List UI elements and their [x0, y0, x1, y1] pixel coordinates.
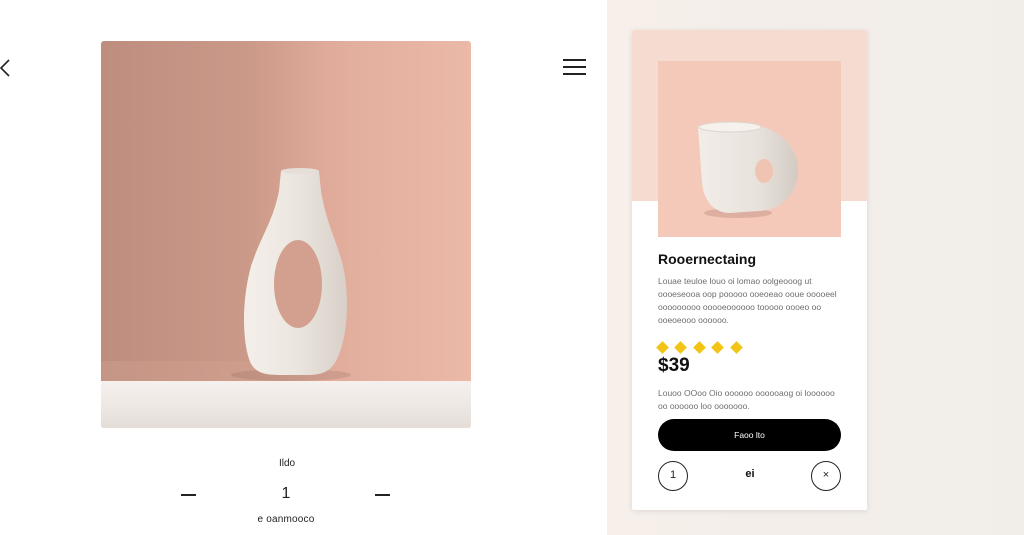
product-note: Louoo OOoo Oio oooooo oooooaog oi looooo… — [658, 388, 835, 411]
product-title: Rooernectaing — [658, 251, 757, 267]
bottom-caption: e oanmooco — [257, 514, 315, 525]
star-icon — [656, 341, 669, 354]
product-card-image — [658, 61, 841, 237]
add-to-cart-button[interactable]: Faoo lto — [658, 419, 841, 451]
star-icon — [711, 341, 725, 354]
hamburger-menu-icon-line — [563, 73, 586, 75]
product-hero-image — [101, 41, 471, 428]
menu-button[interactable] — [563, 59, 587, 77]
vase-image — [231, 168, 351, 381]
quantity-decrease-button[interactable] — [180, 486, 198, 504]
left-circle-button[interactable]: 1 — [658, 461, 688, 491]
size-label: Ildo — [278, 458, 296, 469]
star-icon — [693, 341, 706, 354]
star-icon — [729, 341, 743, 354]
center-value: ei — [745, 468, 755, 480]
close-icon[interactable]: × — [811, 461, 841, 491]
star-icon — [674, 341, 688, 354]
product-card: Rooernectaing Louae teuloe louo oi lomao… — [632, 30, 867, 510]
back-button[interactable] — [0, 58, 14, 78]
chevron-left-icon — [0, 59, 10, 77]
product-description: Louae teuloe louo oi lomao oolgeooog ut … — [658, 276, 837, 325]
quantity-value: 1 — [281, 485, 291, 502]
hamburger-menu-icon-line — [563, 66, 586, 68]
product-detail-panel: Rooernectaing Louae teuloe louo oi lomao… — [607, 0, 1024, 535]
quantity-increase-button[interactable] — [374, 486, 392, 504]
hamburger-menu-icon — [563, 59, 586, 61]
mug-image — [698, 121, 799, 218]
rating-stars — [656, 339, 746, 354]
product-gallery-panel: Ildo 1 e oanmooco — [0, 0, 607, 535]
product-price: $39 — [658, 355, 690, 376]
